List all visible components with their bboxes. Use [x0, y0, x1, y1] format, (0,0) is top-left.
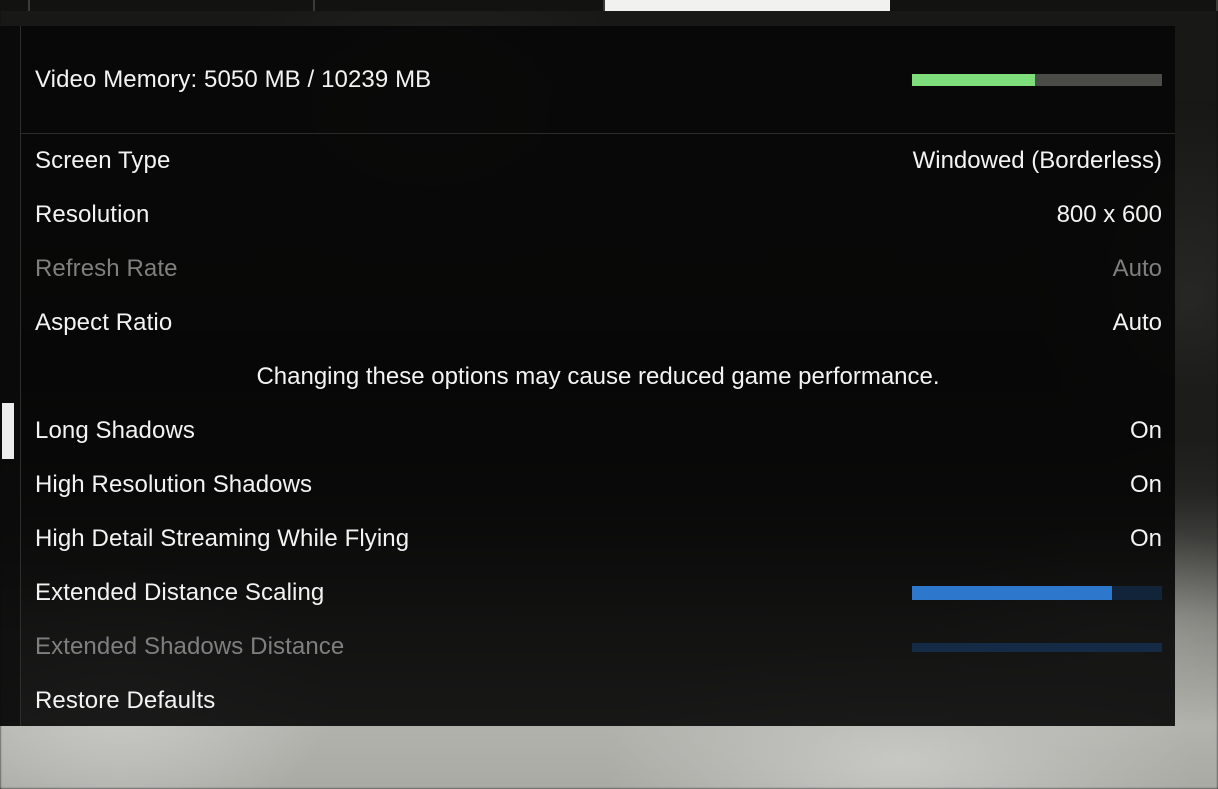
setting-row-extended-distance-scaling[interactable]: Extended Distance Scaling [21, 566, 1175, 620]
setting-label: High Detail Streaming While Flying [35, 525, 410, 552]
setting-slider[interactable] [912, 642, 1162, 652]
setting-value[interactable]: On [1130, 471, 1162, 499]
setting-row-long-shadows[interactable]: Long Shadows On [21, 404, 1175, 458]
setting-label: Screen Type [35, 147, 171, 174]
tab-segment-tab-4-graphics[interactable] [605, 0, 891, 11]
setting-row-aspect-ratio[interactable]: Aspect Ratio Auto [21, 296, 1175, 350]
setting-value[interactable]: Auto [1113, 309, 1162, 337]
setting-row-resolution[interactable]: Resolution 800 x 600 [21, 188, 1175, 242]
tab-segment-tab-2[interactable] [29, 0, 315, 11]
setting-row-restore-defaults[interactable]: Restore Defaults [21, 674, 1175, 728]
setting-label: Refresh Rate [35, 255, 178, 282]
setting-label: High Resolution Shadows [35, 471, 313, 498]
video-memory-meter-fill [912, 73, 1035, 86]
setting-value[interactable]: On [1130, 525, 1162, 553]
video-memory-label: Video Memory: 5050 MB / 10239 MB [35, 65, 432, 93]
video-memory-meter [912, 73, 1162, 86]
setting-label: Extended Shadows Distance [35, 633, 345, 660]
graphics-settings-panel: Video Memory: 5050 MB / 10239 MB Screen … [0, 26, 1175, 726]
tab-strip [0, 0, 1218, 11]
setting-value[interactable]: On [1130, 417, 1162, 445]
tab-segment-tab-3[interactable] [314, 0, 606, 11]
settings-scrollbar-thumb[interactable] [2, 403, 14, 459]
tab-segment-tab-5[interactable] [890, 0, 1218, 11]
setting-label: Resolution [35, 201, 150, 228]
setting-row-extended-shadows-distance[interactable]: Extended Shadows Distance [21, 620, 1175, 674]
settings-rows-quality: Long Shadows On High Resolution Shadows On H… [21, 404, 1175, 728]
settings-rows-display: Screen Type Windowed (Borderless) Resoluti… [21, 134, 1175, 350]
setting-row-refresh-rate[interactable]: Refresh Rate Auto [21, 242, 1175, 296]
settings-list: Video Memory: 5050 MB / 10239 MB Screen … [21, 26, 1175, 726]
setting-slider-fill [912, 586, 1112, 600]
setting-row-high-detail-streaming-while-flying[interactable]: High Detail Streaming While Flying On [21, 512, 1175, 566]
setting-value[interactable]: Auto [1113, 255, 1162, 283]
setting-value[interactable]: 800 x 600 [1057, 201, 1162, 229]
setting-label: Restore Defaults [35, 687, 216, 714]
setting-label: Long Shadows [35, 417, 195, 444]
setting-label: Aspect Ratio [35, 309, 173, 336]
setting-value[interactable]: Windowed (Borderless) [913, 147, 1162, 175]
setting-row-high-resolution-shadows[interactable]: High Resolution Shadows On [21, 458, 1175, 512]
setting-row-screen-type[interactable]: Screen Type Windowed (Borderless) [21, 134, 1175, 188]
tab-segment-tab-1[interactable] [0, 0, 30, 11]
settings-scrollbar-track[interactable] [0, 26, 21, 726]
performance-warning-text: Changing these options may cause reduced… [256, 363, 940, 390]
performance-warning: Changing these options may cause reduced… [21, 350, 1175, 404]
setting-label: Extended Distance Scaling [35, 579, 325, 606]
setting-slider[interactable] [912, 586, 1162, 600]
row-video-memory: Video Memory: 5050 MB / 10239 MB [21, 26, 1175, 134]
